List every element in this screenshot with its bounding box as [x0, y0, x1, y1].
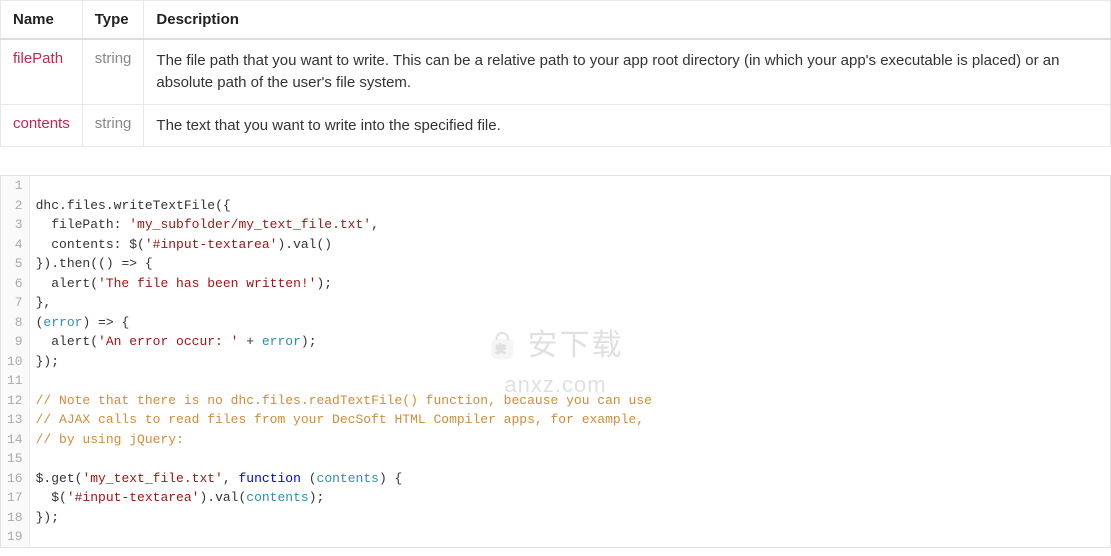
line-content: // by using jQuery:	[29, 430, 1110, 450]
code-line: 14// by using jQuery:	[1, 430, 1110, 450]
param-type: string	[82, 104, 144, 147]
code-line: 10});	[1, 352, 1110, 372]
line-content	[29, 176, 1110, 196]
code-line: 19	[1, 527, 1110, 547]
col-header-description: Description	[144, 1, 1111, 40]
line-content: filePath: 'my_subfolder/my_text_file.txt…	[29, 215, 1110, 235]
line-content: },	[29, 293, 1110, 313]
code-line: 6 alert('The file has been written!');	[1, 274, 1110, 294]
code-line: 3 filePath: 'my_subfolder/my_text_file.t…	[1, 215, 1110, 235]
param-name: contents	[1, 104, 83, 147]
col-header-type: Type	[82, 1, 144, 40]
line-number: 10	[1, 352, 29, 372]
line-content	[29, 527, 1110, 547]
param-description: The text that you want to write into the…	[144, 104, 1111, 147]
line-content: });	[29, 352, 1110, 372]
line-content: // Note that there is no dhc.files.readT…	[29, 391, 1110, 411]
line-content: (error) => {	[29, 313, 1110, 333]
code-line: 18});	[1, 508, 1110, 528]
line-number: 19	[1, 527, 29, 547]
line-content: alert('An error occur: ' + error);	[29, 332, 1110, 352]
parameters-table: Name Type Description filePath string Th…	[0, 0, 1111, 147]
table-row: contents string The text that you want t…	[1, 104, 1111, 147]
code-line: 2dhc.files.writeTextFile({	[1, 196, 1110, 216]
code-line: 9 alert('An error occur: ' + error);	[1, 332, 1110, 352]
param-type: string	[82, 39, 144, 104]
code-line: 13// AJAX calls to read files from your …	[1, 410, 1110, 430]
line-content: dhc.files.writeTextFile({	[29, 196, 1110, 216]
code-lines: 1 2dhc.files.writeTextFile({3 filePath: …	[1, 176, 1110, 547]
param-description: The file path that you want to write. Th…	[144, 39, 1111, 104]
line-content: }).then(() => {	[29, 254, 1110, 274]
col-header-name: Name	[1, 1, 83, 40]
line-content	[29, 449, 1110, 469]
line-number: 6	[1, 274, 29, 294]
param-name: filePath	[1, 39, 83, 104]
line-number: 16	[1, 469, 29, 489]
line-number: 5	[1, 254, 29, 274]
line-number: 18	[1, 508, 29, 528]
line-number: 3	[1, 215, 29, 235]
code-line: 8(error) => {	[1, 313, 1110, 333]
line-number: 2	[1, 196, 29, 216]
line-content: $('#input-textarea').val(contents);	[29, 488, 1110, 508]
line-content: alert('The file has been written!');	[29, 274, 1110, 294]
table-row: filePath string The file path that you w…	[1, 39, 1111, 104]
line-number: 13	[1, 410, 29, 430]
code-block: 安 安下载 anxz.com 1 2dhc.files.writeTextFil…	[0, 175, 1111, 548]
line-content: });	[29, 508, 1110, 528]
line-number: 12	[1, 391, 29, 411]
line-number: 11	[1, 371, 29, 391]
code-line: 17 $('#input-textarea').val(contents);	[1, 488, 1110, 508]
line-content: $.get('my_text_file.txt', function (cont…	[29, 469, 1110, 489]
line-number: 1	[1, 176, 29, 196]
line-number: 17	[1, 488, 29, 508]
line-number: 15	[1, 449, 29, 469]
line-number: 4	[1, 235, 29, 255]
code-line: 4 contents: $('#input-textarea').val()	[1, 235, 1110, 255]
code-line: 15	[1, 449, 1110, 469]
code-line: 7},	[1, 293, 1110, 313]
code-line: 11	[1, 371, 1110, 391]
code-line: 5}).then(() => {	[1, 254, 1110, 274]
table-header-row: Name Type Description	[1, 1, 1111, 40]
line-content: contents: $('#input-textarea').val()	[29, 235, 1110, 255]
line-number: 14	[1, 430, 29, 450]
code-line: 12// Note that there is no dhc.files.rea…	[1, 391, 1110, 411]
code-line: 1	[1, 176, 1110, 196]
line-number: 8	[1, 313, 29, 333]
line-number: 7	[1, 293, 29, 313]
line-content: // AJAX calls to read files from your De…	[29, 410, 1110, 430]
code-line: 16$.get('my_text_file.txt', function (co…	[1, 469, 1110, 489]
line-number: 9	[1, 332, 29, 352]
line-content	[29, 371, 1110, 391]
